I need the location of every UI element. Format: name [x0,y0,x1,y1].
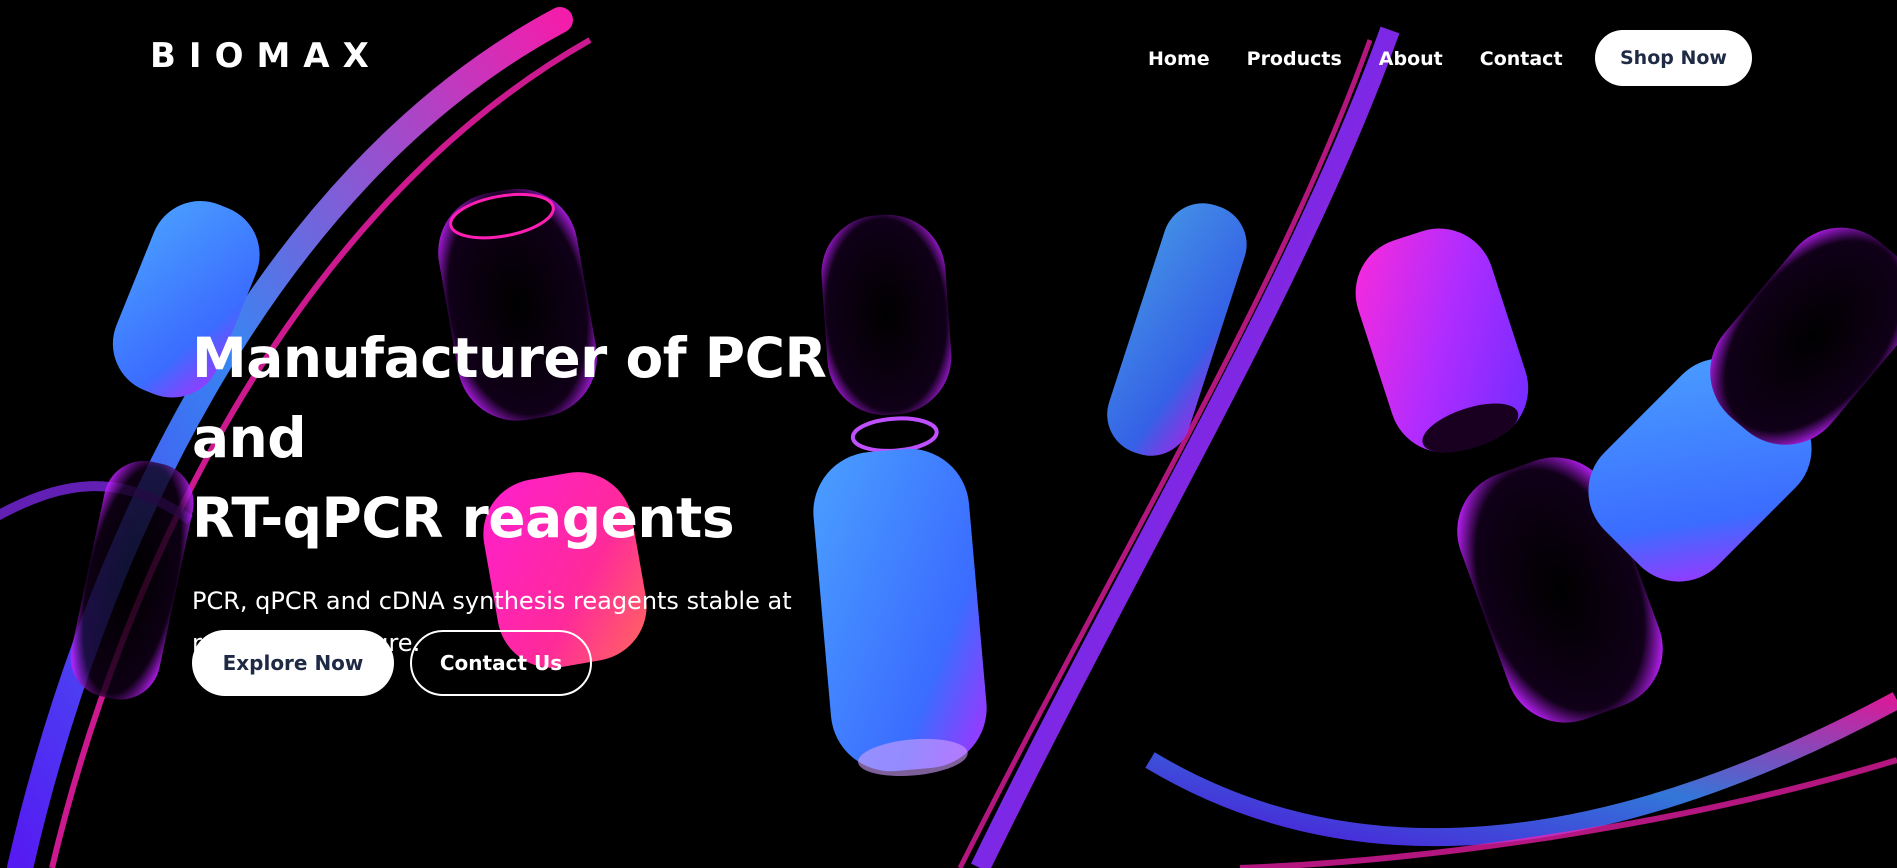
nav-item-about[interactable]: About [1379,46,1443,72]
hero-section: BIOMAX Home Products About Contact Shop … [0,0,1897,868]
explore-now-button[interactable]: Explore Now [192,630,394,696]
hero-headline: Manufacturer of PCR and RT-qPCR reagents [192,318,952,558]
nav-item-products[interactable]: Products [1247,46,1342,72]
brand-logo[interactable]: BIOMAX [150,36,382,76]
hero-headline-line2: RT-qPCR reagents [192,486,735,550]
top-navigation: BIOMAX Home Products About Contact Shop … [0,0,1897,120]
nav-item-home[interactable]: Home [1148,46,1210,72]
hero-cta-group: Explore Now Contact Us [192,630,592,696]
nav-menu: Home Products About Contact [1148,46,1600,72]
contact-us-button[interactable]: Contact Us [410,630,592,696]
hero-headline-line1: Manufacturer of PCR and [192,326,827,470]
shop-now-button[interactable]: Shop Now [1595,30,1752,86]
hero-content: Manufacturer of PCR and RT-qPCR reagents… [192,318,952,664]
nav-item-contact[interactable]: Contact [1480,46,1563,72]
